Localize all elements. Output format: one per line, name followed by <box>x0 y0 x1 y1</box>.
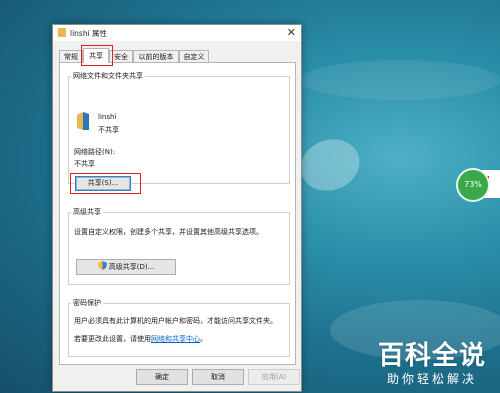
password-protection-description: 用户必须具有此计算机的用户帐户和密码，才能访问共享文件夹。 <box>74 317 277 325</box>
change-setting-prefix: 若要更改此设置，请使用 <box>74 335 151 343</box>
watermark: 百科全说 助你轻松解决 <box>372 335 492 387</box>
sharing-panel: 网络文件和文件夹共享 linshi 不共享 网络路径(N): 不共享 共享(S)… <box>59 62 296 365</box>
desktop-decoration <box>293 131 367 199</box>
folder-icon <box>58 28 66 37</box>
shield-icon <box>97 261 107 270</box>
network-path-value: 不共享 <box>74 160 95 168</box>
network-sharing-center-link[interactable]: 网络和共享中心 <box>151 335 200 343</box>
network-sharing-label: 网络文件和文件夹共享 <box>71 71 145 81</box>
change-setting-suffix: 。 <box>200 335 207 343</box>
advanced-sharing-label: 高级共享 <box>71 207 103 217</box>
window-title: linshi 属性 <box>70 29 108 38</box>
properties-dialog: linshi 属性 ✕ 常规 共享 安全 以前的版本 自定义 网络文件和文件夹共… <box>52 24 302 392</box>
change-setting-text: 若要更改此设置，请使用网络和共享中心。 <box>74 334 207 344</box>
watermark-sub: 助你轻松解决 <box>386 372 477 386</box>
folder-share-status: 不共享 <box>98 126 119 134</box>
advanced-sharing-button[interactable]: 高级共享(D)... <box>76 259 176 275</box>
shared-folder-icon <box>77 112 89 130</box>
highlight-outline <box>81 45 113 66</box>
share-button[interactable]: 共享(S)... <box>75 176 131 191</box>
advanced-sharing-description: 设置自定义权限，创建多个共享，并设置其他高级共享选项。 <box>74 228 263 236</box>
close-icon[interactable]: ✕ <box>287 26 296 39</box>
ok-button[interactable]: 确定 <box>136 369 188 385</box>
cancel-button[interactable]: 取消 <box>192 369 244 385</box>
apply-button[interactable]: 应用(A) <box>248 369 300 385</box>
advanced-sharing-button-label: 高级共享(D)... <box>108 263 155 271</box>
password-protection-label: 密码保护 <box>71 298 103 308</box>
network-path-label: 网络路径(N): <box>74 148 116 156</box>
performance-widget[interactable]: 73% <box>456 168 490 202</box>
folder-name: linshi <box>98 113 117 121</box>
title-bar: linshi 属性 ✕ <box>53 25 301 41</box>
password-protection-group <box>68 303 290 357</box>
desktop-decoration <box>300 60 500 100</box>
watermark-main: 百科全说 <box>377 341 486 371</box>
